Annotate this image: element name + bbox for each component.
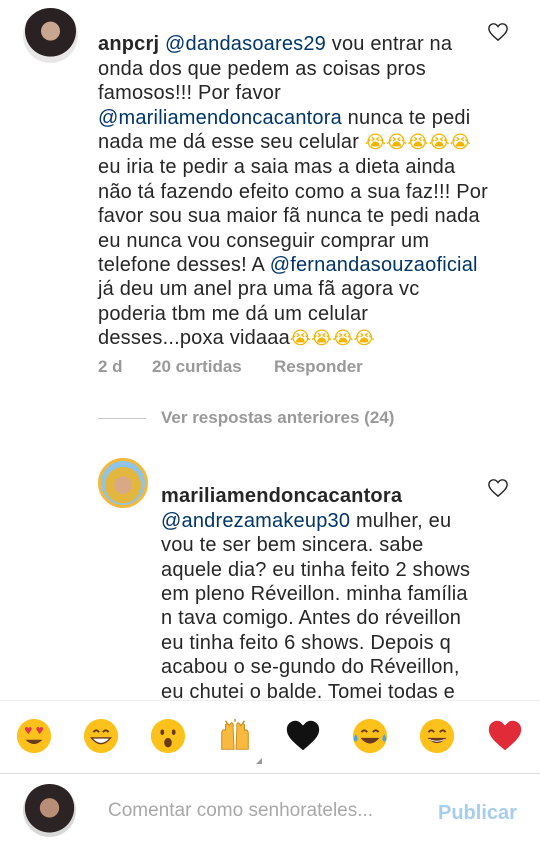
avatar[interactable]: [98, 458, 148, 508]
comment-2-mention[interactable]: @andrezamakeup30: [161, 510, 350, 532]
emoji-bar-resize-handle: [256, 758, 262, 764]
comment-1-mention-2[interactable]: @mariliamendoncacantora: [98, 107, 342, 129]
reply-button[interactable]: Responder: [274, 357, 363, 377]
comment-1-text-4: já deu um anel pra uma fã agora vc poder…: [98, 278, 426, 350]
red-heart-emoji-icon[interactable]: [486, 717, 524, 755]
tears-of-joy-emoji-icon[interactable]: [351, 717, 389, 755]
crying-emoji: 😭😭😭😭😭: [364, 132, 472, 154]
crying-emoji: 😭😭😭😭: [289, 328, 375, 350]
surprised-emoji-icon[interactable]: [149, 717, 187, 755]
replies-divider: [98, 418, 146, 419]
comment-time: 2 d: [98, 357, 123, 376]
comment-1-body: anpcrj @dandasoares29 vou entrar na onda…: [98, 8, 493, 352]
black-heart-emoji-icon[interactable]: [284, 717, 322, 755]
smiling-emoji-icon[interactable]: [418, 717, 456, 755]
raised-hands-emoji-icon[interactable]: [216, 717, 254, 755]
comment-input[interactable]: Comentar como senhorateles...: [108, 800, 373, 822]
publish-button[interactable]: Publicar: [438, 802, 517, 825]
heart-eyes-emoji-icon[interactable]: [15, 717, 53, 755]
avatar: [23, 784, 76, 837]
comment-2-text: mulher, eu vou te ser bem sincera. sabe …: [161, 509, 471, 727]
comment-2-username[interactable]: mariliamendoncacantora: [161, 485, 402, 507]
view-previous-replies[interactable]: Ver respostas anteriores (24): [161, 408, 394, 428]
comment-1-mention-3[interactable]: @fernandasouzaoficial: [270, 254, 478, 276]
heart-icon[interactable]: [487, 478, 509, 498]
comment-2-body: mariliamendoncacantora @andrezamakeup30 …: [161, 460, 471, 728]
heart-icon[interactable]: [487, 22, 509, 42]
comment-1-mention[interactable]: @dandasoares29: [165, 33, 326, 55]
avatar[interactable]: [23, 8, 78, 63]
grinning-emoji-icon[interactable]: [82, 717, 120, 755]
emoji-quick-bar: [0, 700, 540, 774]
comment-1-username[interactable]: anpcrj: [98, 33, 159, 55]
likes-count[interactable]: 20 curtidas: [152, 357, 242, 377]
